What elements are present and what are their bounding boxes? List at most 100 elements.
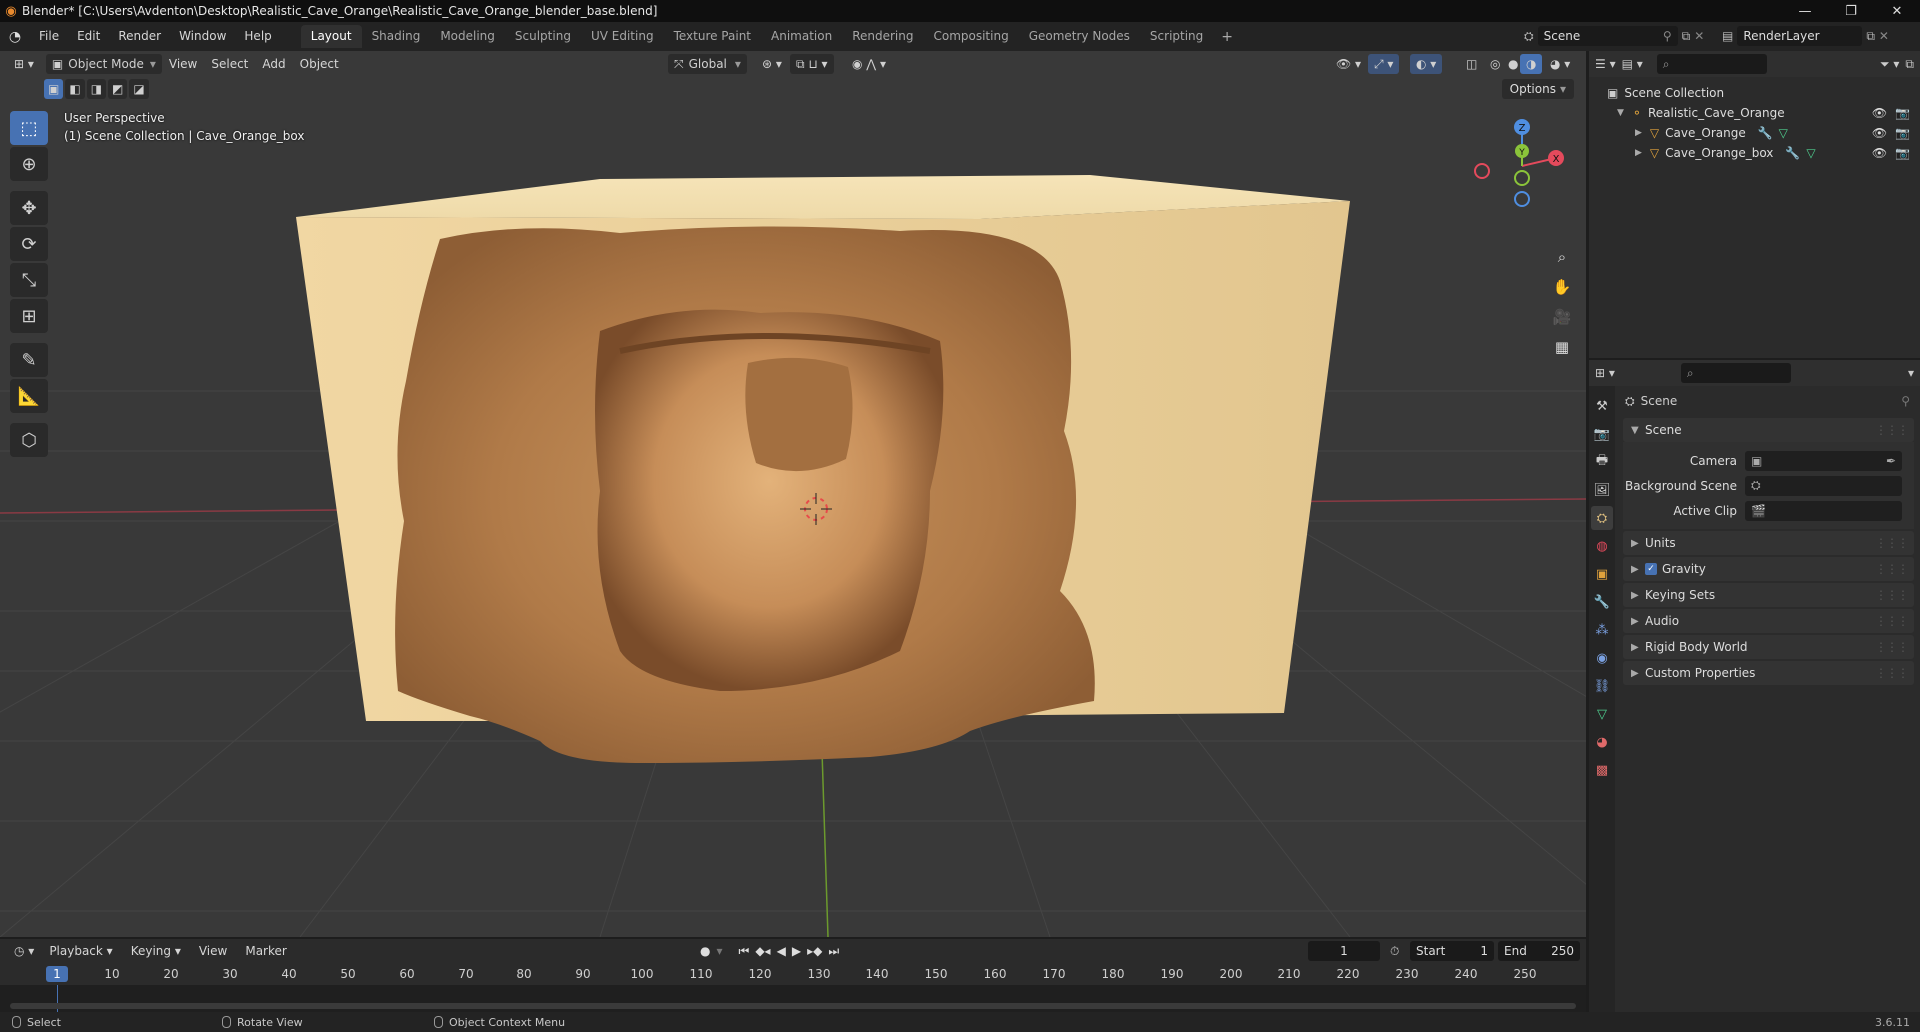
timeline-ruler[interactable]: 1 10 20 30 40 50 60 70 80 90 100 110 120… <box>0 963 1586 985</box>
properties-search-input[interactable]: ⌕ <box>1680 363 1791 383</box>
jump-end-icon[interactable]: ⏭ <box>828 944 839 959</box>
view-layer-icon[interactable]: ▤ <box>1722 29 1733 43</box>
navigation-gizmo[interactable]: Z X Y <box>1472 111 1572 211</box>
delete-scene-icon[interactable]: ✕ <box>1694 29 1704 43</box>
end-frame-field[interactable]: End 250 <box>1498 941 1580 961</box>
pin-icon[interactable]: ⚲ <box>1901 394 1910 408</box>
mesh-data-icon[interactable]: ▽ <box>1806 146 1815 160</box>
gizmo-neg-z-icon[interactable] <box>1514 191 1530 207</box>
maximize-button[interactable]: ❐ <box>1828 0 1874 22</box>
view-layer-tab-icon[interactable]: 🖼 <box>1591 478 1613 502</box>
cursor-tool-icon[interactable]: ⊕ <box>10 147 48 181</box>
outliner-row-collection[interactable]: ▼ ⚬ Realistic_Cave_Orange 👁 📷 <box>1589 103 1920 123</box>
menu-help[interactable]: Help <box>235 22 280 51</box>
menu-render[interactable]: Render <box>109 22 170 51</box>
add-workspace-icon[interactable]: + <box>1213 29 1241 45</box>
outliner-row-scene-collection[interactable]: ▣ Scene Collection <box>1589 83 1920 103</box>
panel-units[interactable]: ▶ Units ⋮⋮⋮ <box>1623 531 1914 555</box>
drag-handle-icon[interactable]: ⋮⋮⋮ <box>1875 562 1909 576</box>
overlay-toggle-icon[interactable]: ◐ ▾ <box>1410 54 1443 74</box>
timeline-menu-playback[interactable]: Playback ▾ <box>40 937 121 966</box>
frame-cursor[interactable]: 1 <box>46 966 68 982</box>
constraints-tab-icon[interactable]: ⛓ <box>1591 674 1613 698</box>
mode-dropdown[interactable]: ▣ Object Mode ▾ <box>45 54 162 74</box>
pan-hand-icon[interactable]: ✋ <box>1548 273 1576 301</box>
play-reverse-icon[interactable]: ◀ <box>777 944 786 959</box>
snap-icon[interactable]: ⧉ ⊔ ▾ <box>790 54 834 74</box>
render-tab-icon[interactable]: 📷 <box>1591 422 1613 446</box>
viewport-menu-object[interactable]: Object <box>293 51 346 77</box>
tab-animation[interactable]: Animation <box>761 25 842 48</box>
tab-texture-paint[interactable]: Texture Paint <box>664 25 761 48</box>
viewport-menu-select[interactable]: Select <box>204 51 255 77</box>
select-new-icon[interactable]: ▣ <box>44 79 64 99</box>
panel-gravity[interactable]: ▶ ✓ Gravity ⋮⋮⋮ <box>1623 557 1914 581</box>
scene-field[interactable]: Scene ⚲ <box>1537 26 1678 46</box>
prev-keyframe-icon[interactable]: ◆◂ <box>755 944 770 959</box>
rotate-tool-icon[interactable]: ⟳ <box>10 227 48 261</box>
panel-keying-sets[interactable]: ▶ Keying Sets ⋮⋮⋮ <box>1623 583 1914 607</box>
move-tool-icon[interactable]: ✥ <box>10 191 48 225</box>
outliner-search-input[interactable]: ⌕ <box>1656 54 1767 74</box>
menu-file[interactable]: File <box>30 22 68 51</box>
panel-custom-properties[interactable]: ▶ Custom Properties ⋮⋮⋮ <box>1623 661 1914 685</box>
timeline-track[interactable] <box>0 985 1586 1012</box>
drag-handle-icon[interactable]: ⋮⋮⋮ <box>1875 423 1909 437</box>
jump-start-icon[interactable]: ⏮ <box>739 944 750 959</box>
new-scene-icon[interactable]: ⧉ <box>1682 29 1691 44</box>
select-box-tool-icon[interactable]: ⬚ <box>10 111 48 145</box>
outliner-editor-icon[interactable]: ☰ ▾ <box>1595 57 1616 71</box>
outliner-row-cave-orange[interactable]: ▶ ▽ Cave_Orange 🔧 ▽ 👁 📷 <box>1589 123 1920 143</box>
tab-compositing[interactable]: Compositing <box>923 25 1018 48</box>
new-view-layer-icon[interactable]: ⧉ <box>1866 29 1875 44</box>
modifier-tab-icon[interactable]: 🔧 <box>1591 590 1613 614</box>
measure-tool-icon[interactable]: 📐 <box>10 379 48 413</box>
display-mode-icon[interactable]: ▤ ▾ <box>1622 57 1643 71</box>
pivot-point-icon[interactable]: ⊛ ▾ <box>756 54 788 74</box>
expand-arrow-icon[interactable]: ▶ <box>1635 148 1642 158</box>
timeline-menu-marker[interactable]: Marker <box>236 937 295 966</box>
start-frame-field[interactable]: Start 1 <box>1410 941 1494 961</box>
select-invert-icon[interactable]: ◩ <box>108 79 128 99</box>
camera-view-icon[interactable]: 🎥 <box>1548 303 1576 331</box>
menu-edit[interactable]: Edit <box>68 22 109 51</box>
tab-sculpting[interactable]: Sculpting <box>505 25 581 48</box>
timeline-menu-view[interactable]: View <box>190 937 236 966</box>
select-intersect-icon[interactable]: ◪ <box>129 79 149 99</box>
shading-rendered-icon[interactable]: ◕ ▾ <box>1544 54 1576 74</box>
material-tab-icon[interactable]: ◕ <box>1591 730 1613 754</box>
options-dropdown[interactable]: Options ▾ <box>1501 79 1574 99</box>
modifier-wrench-icon[interactable]: 🔧 <box>1785 146 1800 160</box>
eye-icon[interactable]: 👁 <box>1872 126 1887 140</box>
camera-field[interactable]: ▣ ✒ <box>1745 450 1902 471</box>
camera-icon[interactable]: 📷 <box>1895 106 1910 120</box>
perspective-toggle-icon[interactable]: ▦ <box>1548 333 1576 361</box>
next-keyframe-icon[interactable]: ▸◆ <box>807 944 822 959</box>
transform-tool-icon[interactable]: ⊞ <box>10 299 48 333</box>
zoom-icon[interactable]: ⌕ <box>1548 243 1576 271</box>
drag-handle-icon[interactable]: ⋮⋮⋮ <box>1875 588 1909 602</box>
viewport-menu-add[interactable]: Add <box>255 51 292 77</box>
modifier-wrench-icon[interactable]: 🔧 <box>1758 126 1773 140</box>
background-scene-field[interactable]: ⛭ <box>1745 475 1902 496</box>
panel-audio[interactable]: ▶ Audio ⋮⋮⋮ <box>1623 609 1914 633</box>
scale-tool-icon[interactable]: ⤡ <box>10 263 48 297</box>
drag-handle-icon[interactable]: ⋮⋮⋮ <box>1875 614 1909 628</box>
camera-icon[interactable]: 📷 <box>1895 126 1910 140</box>
view-layer-field[interactable]: RenderLayer <box>1737 26 1863 46</box>
add-cube-tool-icon[interactable]: ⬡ <box>10 423 48 457</box>
timeline-editor-icon[interactable]: ◷ ▾ <box>8 941 40 961</box>
scene-tab-icon[interactable]: ⛭ <box>1591 506 1613 530</box>
tab-scripting[interactable]: Scripting <box>1140 25 1213 48</box>
transform-orientation-dropdown[interactable]: ⤧ Global ▾ <box>668 54 747 74</box>
blender-logo-icon[interactable]: ◔ <box>0 29 30 45</box>
eye-icon[interactable]: 👁 <box>1872 146 1887 160</box>
menu-window[interactable]: Window <box>170 22 235 51</box>
timeline-scrollbar[interactable] <box>10 1003 1576 1009</box>
pin-icon[interactable]: ⚲ <box>1663 29 1672 43</box>
tab-layout[interactable]: Layout <box>300 25 362 48</box>
select-subtract-icon[interactable]: ◨ <box>86 79 107 99</box>
play-icon[interactable]: ▶ <box>792 944 801 959</box>
viewport-menu-view[interactable]: View <box>162 51 204 77</box>
select-extend-icon[interactable]: ◧ <box>65 79 85 99</box>
